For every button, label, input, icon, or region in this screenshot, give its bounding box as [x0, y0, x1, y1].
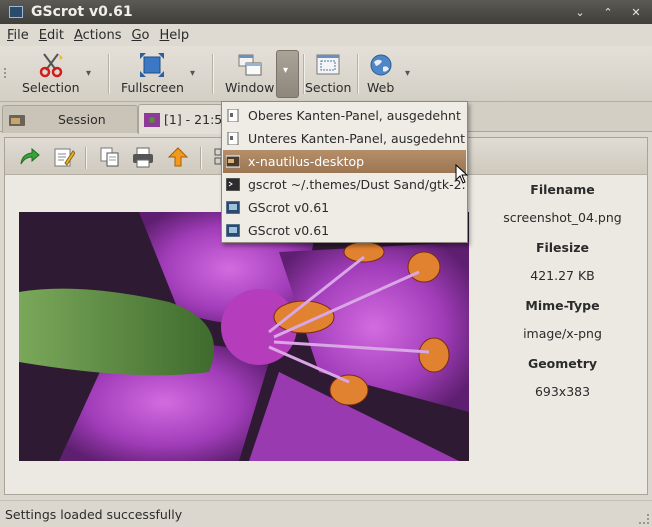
menu-item-window[interactable]: GScrot v0.61: [223, 219, 466, 242]
gscrot-icon: [226, 224, 240, 237]
filename-label: Filename: [530, 182, 595, 197]
print-icon[interactable]: [132, 146, 154, 168]
menu-item-window[interactable]: GScrot v0.61: [223, 196, 466, 219]
fullscreen-button[interactable]: Fullscreen: [121, 52, 184, 95]
menu-go[interactable]: Go: [126, 28, 154, 43]
toolbar-separator: [303, 54, 304, 94]
edit-icon[interactable]: [53, 146, 75, 168]
status-bar: Settings loaded successfully: [0, 500, 652, 527]
web-button[interactable]: Web: [367, 52, 394, 95]
menu-item-label: gscrot ~/.themes/Dust Sand/gtk-2.0: [248, 177, 466, 192]
fullscreen-icon: [140, 53, 165, 77]
status-text: Settings loaded successfully: [5, 506, 183, 522]
gscrot-icon: [226, 201, 240, 214]
terminal-icon: [226, 178, 240, 191]
menu-item-label: GScrot v0.61: [248, 223, 330, 238]
selection-label: Selection: [22, 80, 80, 95]
copy-icon[interactable]: [99, 146, 121, 168]
minimize-button[interactable]: ⌄: [572, 4, 588, 20]
toolbar-separator: [85, 147, 86, 169]
web-dropdown-icon[interactable]: ▾: [405, 68, 410, 79]
tab-session[interactable]: Session: [2, 105, 138, 133]
filesize-label: Filesize: [535, 240, 590, 255]
globe-icon: [370, 54, 392, 76]
window-label: Window: [225, 80, 275, 95]
window-icon: [238, 54, 262, 76]
maximize-button[interactable]: ⌃: [600, 4, 616, 20]
section-button[interactable]: Section: [305, 52, 351, 95]
menu-item-label: Oberes Kanten-Panel, ausgedehnt: [248, 108, 461, 123]
fullscreen-dropdown-icon[interactable]: ▾: [190, 68, 195, 79]
web-label: Web: [367, 80, 395, 95]
screenshot-preview: [19, 212, 469, 461]
menu-item-label: GScrot v0.61: [248, 200, 330, 215]
menu-item-window[interactable]: Oberes Kanten-Panel, ausgedehnt: [223, 104, 466, 127]
menu-bar: File Edit Actions Go Help: [0, 24, 652, 46]
selection-dropdown-icon[interactable]: ▾: [86, 68, 91, 79]
thumbnail-icon: [144, 112, 160, 127]
mime-type-value: image/x-png: [523, 326, 602, 341]
redo-arrow-icon[interactable]: [18, 146, 40, 168]
main-toolbar: Selection ▾ Fullscreen ▾ Window ▾ Sectio…: [0, 46, 652, 102]
tab-session-label: Session: [58, 112, 106, 127]
resize-grip[interactable]: [639, 514, 649, 524]
desktop-icon: [226, 155, 240, 168]
menu-item-window-highlighted[interactable]: x-nautilus-desktop: [223, 150, 466, 173]
geometry-value: 693x383: [534, 384, 591, 399]
menu-actions[interactable]: Actions: [69, 28, 127, 43]
toolbar-separator: [200, 147, 201, 169]
close-button[interactable]: ✕: [628, 4, 644, 20]
toolbar-separator: [357, 54, 358, 94]
window-button[interactable]: Window: [225, 52, 274, 95]
scissors-icon: [39, 53, 63, 78]
toolbar-separator: [108, 54, 109, 94]
window-dropdown-button[interactable]: ▾: [276, 50, 299, 98]
selection-button[interactable]: Selection: [22, 52, 80, 95]
file-info-panel: Filename screenshot_04.png Filesize 421.…: [490, 180, 635, 412]
section-icon: [316, 54, 340, 75]
panel-icon: [227, 109, 239, 122]
geometry-label: Geometry: [527, 356, 598, 371]
upload-arrow-icon[interactable]: [167, 146, 189, 168]
window-list-menu: Oberes Kanten-Panel, ausgedehnt Unteres …: [221, 101, 468, 243]
session-icon: [9, 114, 25, 126]
panel-icon: [227, 132, 239, 145]
toolbar-grip[interactable]: [4, 68, 8, 78]
menu-item-label: Unteres Kanten-Panel, ausgedehnt: [248, 131, 466, 146]
menu-edit[interactable]: Edit: [34, 28, 69, 43]
menu-file[interactable]: File: [2, 28, 34, 43]
menu-item-label: x-nautilus-desktop: [248, 154, 365, 169]
window-title: GScrot v0.61: [31, 4, 133, 20]
menu-item-window[interactable]: gscrot ~/.themes/Dust Sand/gtk-2.0: [223, 173, 466, 196]
menu-help[interactable]: Help: [155, 28, 195, 43]
filename-value: screenshot_04.png: [503, 210, 622, 225]
chevron-down-icon: ▾: [283, 65, 289, 76]
mouse-cursor-icon: [455, 164, 469, 184]
fullscreen-label: Fullscreen: [121, 80, 184, 95]
section-label: Section: [305, 80, 352, 95]
toolbar-separator: [212, 54, 213, 94]
flower-image: [19, 212, 469, 461]
filesize-value: 421.27 KB: [530, 268, 595, 283]
menu-item-window[interactable]: Unteres Kanten-Panel, ausgedehnt: [223, 127, 466, 150]
mime-type-label: Mime-Type: [525, 298, 600, 313]
app-icon: [9, 6, 23, 18]
title-bar: GScrot v0.61 ⌄ ⌃ ✕: [0, 0, 652, 24]
